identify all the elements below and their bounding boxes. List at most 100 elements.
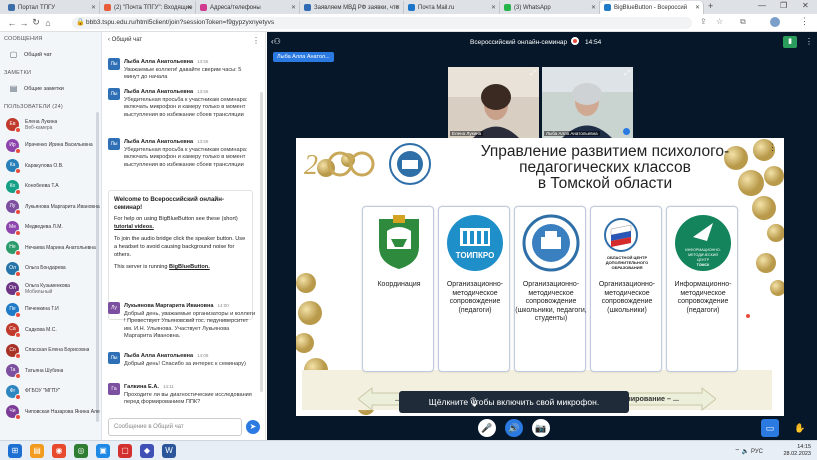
tutorial-videos-link[interactable]: tutorial videos. <box>114 224 154 230</box>
slide-options-icon[interactable]: ⋮ <box>768 142 777 153</box>
share-icon[interactable]: ⇪ <box>700 17 707 26</box>
close-icon[interactable]: ✕ <box>91 4 96 11</box>
minimize-button[interactable]: — <box>758 1 766 10</box>
app-taskbar-icon[interactable]: ▣ <box>96 443 110 458</box>
word-taskbar-icon[interactable]: W <box>162 443 176 458</box>
shared-notes-item[interactable]: ▤ Общие заметки <box>9 84 64 93</box>
avatar: Лу <box>108 302 120 314</box>
chat-icon: ▢ <box>9 50 18 59</box>
user-list-item[interactable]: Ка Каракулова О.В. <box>6 159 100 174</box>
user-list-item[interactable]: Ме Медведева Л.М. <box>6 220 100 236</box>
user-list-item[interactable]: Ол Ольга Бондарева <box>6 261 100 277</box>
user-list-item[interactable]: Ол Ольга Кузьменкова Мобильный <box>6 282 100 297</box>
profile-avatar[interactable] <box>770 17 780 27</box>
user-name: Медведева Л.М. <box>25 224 63 230</box>
toipkro-logo-icon: ТОИПКРО <box>447 215 503 271</box>
url-field[interactable]: bbb3.tspu.edu.ru/html5client/join?sessio… <box>72 17 692 29</box>
reload-icon[interactable]: ↻ <box>30 17 42 28</box>
tab-favicon-icon <box>104 4 111 11</box>
raise-hand-button[interactable]: ✋ <box>791 419 809 437</box>
browser-tab[interactable]: Портал ТПГУ ✕ <box>4 1 100 14</box>
user-list-item[interactable]: Ир Ираченко Ирина Васильевна <box>6 138 100 154</box>
camera-button[interactable]: 📷 <box>532 419 550 437</box>
browser-tab-active[interactable]: BigBlueButton - Всероссий ✕ <box>600 1 704 14</box>
home-icon[interactable]: ⌂ <box>42 18 54 28</box>
connection-status-icon[interactable]: ▮ <box>783 36 797 48</box>
forward-arrow-icon[interactable]: → <box>18 18 30 28</box>
close-icon[interactable]: ✕ <box>695 4 700 11</box>
microphone-button[interactable]: 🎤 <box>478 419 496 437</box>
webcam-video[interactable]: ⤢ Лыба Алла Анатольевна <box>542 67 633 138</box>
start-button[interactable]: ⊞ <box>8 443 22 458</box>
browser-tab[interactable]: (2) "Почта ТПГУ": Входящие ✕ <box>100 1 196 14</box>
message-text: Убедительная просьба к участникам семина… <box>124 146 248 168</box>
fullscreen-icon[interactable]: ⤢ <box>530 70 536 78</box>
slide-card-university: Организационно-методическое сопровождени… <box>514 206 587 372</box>
avatar: Лу <box>6 200 21 215</box>
chat-back-button[interactable]: ‹ Общий чат <box>108 37 142 43</box>
new-tab-button[interactable]: + <box>708 1 713 11</box>
audio-button[interactable]: 🔊 <box>505 419 523 437</box>
close-icon[interactable]: ✕ <box>591 4 596 11</box>
system-clock[interactable]: 14:15 28.02.2023 <box>783 444 811 457</box>
welcome-audio-text: To join the audio bridge click the speak… <box>114 236 246 258</box>
chrome-taskbar-icon[interactable]: ◎ <box>74 443 88 458</box>
close-icon[interactable]: ✕ <box>395 4 400 11</box>
user-list-item[interactable]: Ев Елена Лукина Веб-камера <box>6 118 100 133</box>
browser-menu-icon[interactable]: ⋮ <box>800 16 809 27</box>
muted-status-icon <box>15 352 21 359</box>
user-name: Елена Лукина <box>25 118 58 125</box>
window-close-button[interactable]: ✕ <box>802 1 809 10</box>
bigbluebutton-link[interactable]: BigBlueButton. <box>169 264 210 270</box>
user-list-item[interactable]: Чи Чиповская Назарова Янина Алексеевна <box>6 405 100 420</box>
webcam-video[interactable]: ⤢ Елена Лукина <box>448 67 539 138</box>
maximize-button[interactable]: ❐ <box>780 1 787 10</box>
user-list-item[interactable]: Лу Лукьянова Маргарита Ивановна <box>6 200 100 215</box>
recording-indicator-icon[interactable] <box>571 37 579 45</box>
explorer-taskbar-icon[interactable]: ▤ <box>30 443 44 458</box>
browser-tab[interactable]: (3) WhatsApp ✕ <box>500 1 600 14</box>
card-caption: Организационно-методическое сопровождени… <box>446 281 504 314</box>
presentation-slide[interactable]: 2 Управление развитием психолого- педаго… <box>296 138 784 416</box>
volume-icon: 🔈 <box>741 449 751 455</box>
app-taskbar-icon[interactable]: ▢ <box>118 443 132 458</box>
extensions-icon[interactable]: ⧉ <box>740 17 746 27</box>
hand-icon: ✋ <box>794 423 806 433</box>
chat-options-icon[interactable]: ⋮ <box>252 36 260 45</box>
options-menu-icon[interactable]: ⋮ <box>805 37 813 46</box>
user-list-item[interactable]: Са Садкова М.С. <box>6 323 100 338</box>
system-tray[interactable]: ⌔ 🔈 РУС <box>735 447 763 455</box>
browser-tab[interactable]: Адреса/телефоны ✕ <box>196 1 300 14</box>
send-button[interactable]: ➤ <box>246 420 260 434</box>
meeting-top-bar: ‹⚇ Всероссийский онлайн-семинар 14:54 ▮ … <box>267 32 817 52</box>
bookmark-star-icon[interactable]: ☆ <box>716 17 723 26</box>
anniversary-logo-icon: 2 <box>304 150 375 181</box>
close-icon[interactable]: ✕ <box>291 4 296 11</box>
muted-status-icon <box>15 332 21 338</box>
toggle-panel-icon[interactable]: ‹⚇ <box>271 37 281 46</box>
slide-card-coordination: Координация <box>362 206 434 372</box>
browser-tab[interactable]: Почта Mail.ru ✕ <box>404 1 500 14</box>
user-list-item[interactable]: Сп Спасская Елена Борисовна <box>6 343 100 359</box>
fullscreen-icon[interactable]: ⤢ <box>624 70 630 78</box>
presentation-toggle-button[interactable]: ▭ <box>761 419 779 437</box>
user-list-item[interactable]: Та Татьяна Шубина <box>6 364 100 379</box>
user-list-item[interactable]: Пе Печенкина Т.И <box>6 302 100 318</box>
app-taskbar-icon[interactable]: ◆ <box>140 443 154 458</box>
browser-tab[interactable]: Заявляем МВД РФ заявки, что ✕ <box>300 1 404 14</box>
user-list-item[interactable]: Ко Конобеева Т.А <box>6 179 100 195</box>
user-name: Печенкина Т.И <box>25 306 59 312</box>
firefox-taskbar-icon[interactable]: ◉ <box>52 443 66 458</box>
back-arrow-icon[interactable]: ← <box>6 18 18 28</box>
user-list-item[interactable]: Не Нечаева Марина Анатольевна <box>6 241 100 256</box>
close-icon[interactable]: ✕ <box>491 4 496 11</box>
user-list-item[interactable]: Фг ФГБОУ "МГПУ" <box>6 384 100 400</box>
close-icon[interactable]: ✕ <box>187 4 192 11</box>
microphone-icon: 🎙 <box>468 397 480 407</box>
windows-icon: ⊞ <box>11 445 19 455</box>
chat-message-input[interactable]: Сообщение в Общий чат <box>108 418 242 436</box>
message-text: Добрый день, уважаемые организаторы и ко… <box>124 310 256 340</box>
public-chat-item[interactable]: ▢ Общий чат <box>9 50 52 59</box>
avatar: Ко <box>6 179 21 195</box>
chat-scrollbar[interactable] <box>260 92 263 392</box>
